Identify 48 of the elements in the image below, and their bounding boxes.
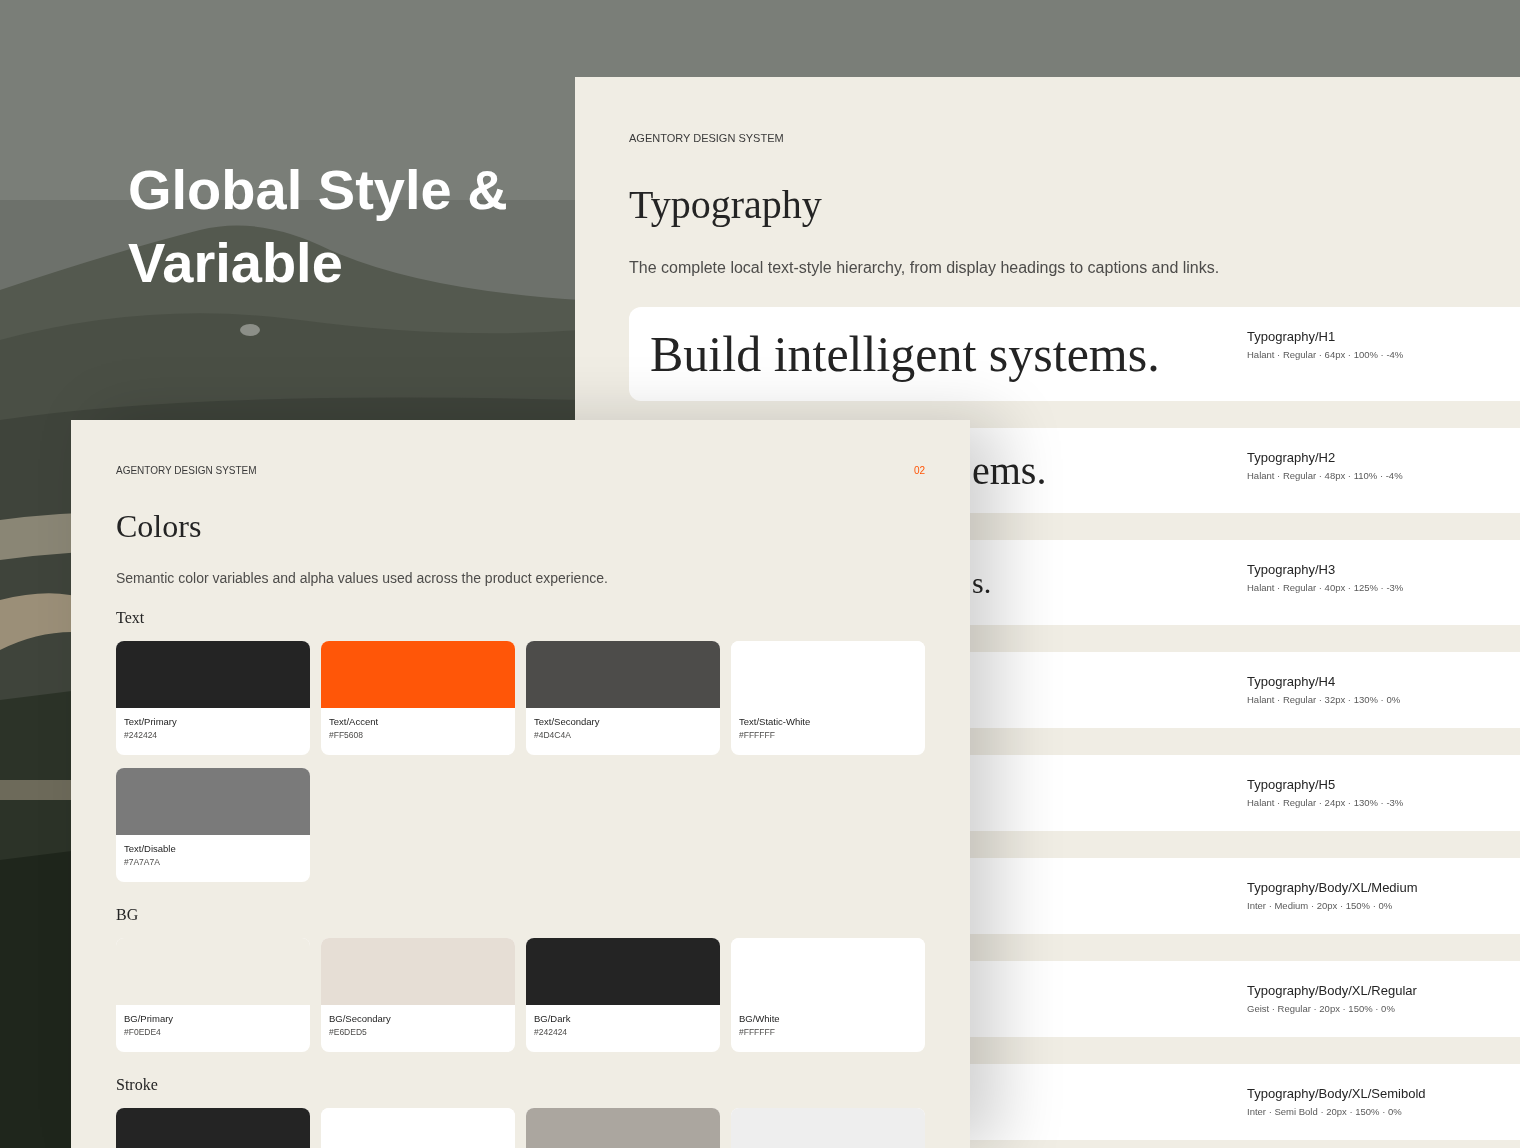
- color-hex: #7A7A7A: [124, 857, 161, 868]
- style-spec: Inter · Medium · 20px · 150% · 0%: [1247, 900, 1394, 912]
- style-name: Typography/H5: [1247, 777, 1337, 793]
- page-title: Colors: [116, 507, 203, 546]
- color-hex: #242424: [534, 1027, 569, 1038]
- style-name: Typography/H4: [1247, 674, 1337, 690]
- color-name: Text/Disable: [124, 843, 177, 855]
- headline: Global Style & Variable: [128, 157, 509, 296]
- style-name: Typography/H3: [1247, 562, 1337, 578]
- style-spec: Geist · Regular · 20px · 150% · 0%: [1247, 1003, 1396, 1015]
- sample-text: s.: [972, 564, 992, 601]
- color-name: BG/White: [739, 1013, 781, 1025]
- page-title: Typography: [629, 181, 823, 229]
- color-hex: #242424: [124, 730, 159, 741]
- color-hex: #E6DED5: [329, 1027, 368, 1038]
- section-title: BG: [116, 905, 140, 925]
- color-name: BG/Dark: [534, 1013, 572, 1025]
- color-name: Text/Static-White: [739, 716, 812, 728]
- color-name: Text/Secondary: [534, 716, 601, 728]
- eyebrow-label: AGENTORY DESIGN SYSTEM: [629, 131, 785, 145]
- style-spec: Halant · Regular · 24px · 130% · -3%: [1247, 797, 1404, 809]
- color-name: Text/Accent: [329, 716, 380, 728]
- style-name: Typography/H2: [1247, 450, 1337, 466]
- page-description: Semantic color variables and alpha values used across the product experience.: [116, 569, 609, 588]
- color-name: Text/Primary: [124, 716, 178, 728]
- style-name: Typography/Body/XL/Regular: [1247, 983, 1417, 999]
- style-spec: Halant · Regular · 64px · 100% · -4%: [1247, 349, 1404, 361]
- color-name: BG/Secondary: [329, 1013, 392, 1025]
- eyebrow-label: AGENTORY DESIGN SYSTEM: [116, 464, 257, 478]
- color-hex: #4D4C4A: [534, 730, 572, 741]
- color-name: BG/Primary: [124, 1013, 175, 1025]
- section-title: Stroke: [116, 1075, 159, 1095]
- sample-text: Build intelligent systems.: [650, 325, 1160, 384]
- style-spec: Halant · Regular · 48px · 110% · -4%: [1247, 470, 1403, 482]
- style-spec: Halant · Regular · 40px · 125% · -3%: [1247, 582, 1404, 594]
- color-hex: #FFFFFF: [739, 1027, 776, 1038]
- color-hex: #FFFFFF: [739, 730, 776, 741]
- color-hex: #FF5608: [329, 730, 365, 741]
- style-name: Typography/Body/XL/Medium: [1247, 880, 1418, 896]
- style-name: Typography/H1: [1247, 329, 1337, 345]
- style-spec: Inter · Semi Bold · 20px · 150% · 0%: [1247, 1106, 1403, 1118]
- style-spec: Halant · Regular · 32px · 130% · 0%: [1247, 694, 1401, 706]
- page-number: 02: [913, 464, 925, 478]
- page-description: The complete local text-style hierarchy, from display headings to captions and links.: [629, 258, 1221, 278]
- style-name: Typography/Body/XL/Semibold: [1247, 1086, 1426, 1102]
- color-hex: #F0EDE4: [124, 1027, 162, 1038]
- section-title: Text: [116, 608, 146, 628]
- sample-text: ems.: [972, 446, 1047, 495]
